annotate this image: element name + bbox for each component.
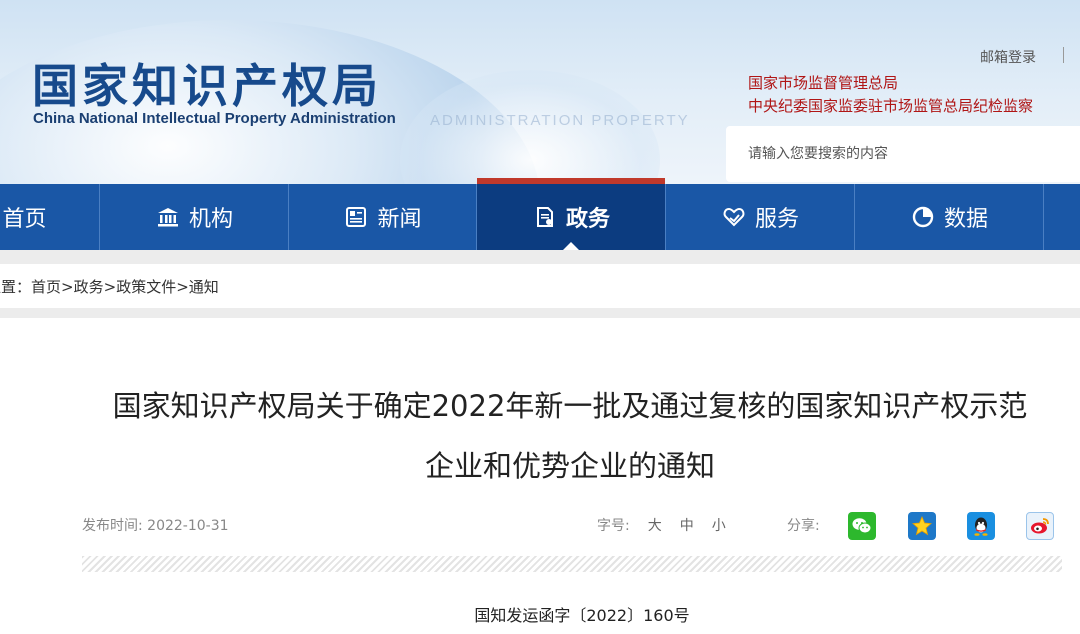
qzone-icon[interactable]	[908, 512, 936, 540]
document-icon	[532, 204, 558, 230]
nav-item-more[interactable]	[1044, 184, 1080, 250]
breadcrumb-prefix: 位置：	[0, 278, 32, 296]
publish-date-label: 发布时间:	[82, 518, 143, 534]
nav-item-services[interactable]: 服务	[666, 184, 855, 250]
font-size-medium-button[interactable]: 中	[680, 518, 694, 534]
nav-item-label: 政务	[565, 207, 610, 232]
qq-icon[interactable]	[967, 512, 995, 540]
weibo-icon[interactable]	[1026, 512, 1054, 540]
breadcrumb-government-affairs[interactable]: 政务	[74, 278, 104, 296]
publish-date-value: 2022-10-31	[147, 518, 229, 534]
publish-date: 发布时间: 2022-10-31	[82, 515, 229, 535]
nav-item-label: 首页	[2, 207, 47, 232]
nav-item-label: 机构	[188, 207, 233, 232]
nav-item-label: 新闻	[377, 207, 422, 232]
site-header: ADMINISTRATION PROPERTY 国家知识产权局 China Na…	[0, 0, 1080, 184]
breadcrumb: 位置：首页>政务>政策文件>通知	[0, 276, 219, 297]
share-label: 分享:	[787, 518, 820, 534]
breadcrumb-home[interactable]: 首页	[31, 278, 61, 296]
font-size-control: 字号: 大 中 小	[597, 515, 726, 535]
breadcrumb-separator: >	[103, 278, 117, 296]
header-divider	[1063, 47, 1064, 63]
mail-login-link[interactable]: 邮箱登录	[980, 47, 1036, 67]
site-logo-chinese[interactable]: 国家知识产权局	[32, 50, 382, 116]
discipline-inspection-link[interactable]: 中央纪委国家监委驻市场监管总局纪检监察	[748, 95, 1033, 116]
breadcrumb-notice[interactable]: 通知	[189, 278, 219, 296]
samr-link[interactable]: 国家市场监督管理总局	[748, 72, 898, 93]
breadcrumb-policy-documents[interactable]: 政策文件	[116, 278, 176, 296]
font-size-large-button[interactable]: 大	[648, 518, 662, 534]
article-title: 国家知识产权局关于确定2022年新一批及通过复核的国家知识产权示范 企业和优势企…	[60, 376, 1080, 496]
pie-chart-icon	[910, 204, 936, 230]
header-watermark: ADMINISTRATION PROPERTY	[430, 112, 690, 129]
nav-item-data[interactable]: 数据	[855, 184, 1044, 250]
main-nav: 首页 机构 新闻 政务 服务 数据	[0, 178, 1080, 251]
wechat-icon[interactable]	[848, 512, 876, 540]
nav-item-home[interactable]: 首页	[0, 184, 100, 250]
font-size-small-button[interactable]: 小	[712, 518, 726, 534]
nav-item-government-affairs[interactable]: 政务	[477, 178, 666, 251]
breadcrumb-separator: >	[176, 278, 189, 296]
search-input[interactable]	[726, 126, 1080, 182]
site-logo-english[interactable]: China National Intellectual Property Adm…	[33, 110, 396, 127]
article-title-line1: 国家知识产权局关于确定2022年新一批及通过复核的国家知识产权示范	[112, 389, 1028, 423]
document-number: 国知发运函字〔2022〕160号	[474, 606, 690, 625]
nav-item-label: 服务	[754, 207, 799, 232]
institution-icon	[155, 204, 181, 230]
nav-item-institution[interactable]: 机构	[100, 184, 289, 250]
font-size-label: 字号:	[597, 518, 630, 534]
newspaper-icon	[343, 204, 369, 230]
nav-item-news[interactable]: 新闻	[289, 184, 477, 250]
article-divider	[82, 556, 1062, 572]
article-title-line2: 企业和优势企业的通知	[424, 449, 715, 483]
heart-hand-icon	[721, 204, 747, 230]
breadcrumb-separator: >	[61, 278, 74, 296]
nav-item-label: 数据	[943, 207, 988, 232]
